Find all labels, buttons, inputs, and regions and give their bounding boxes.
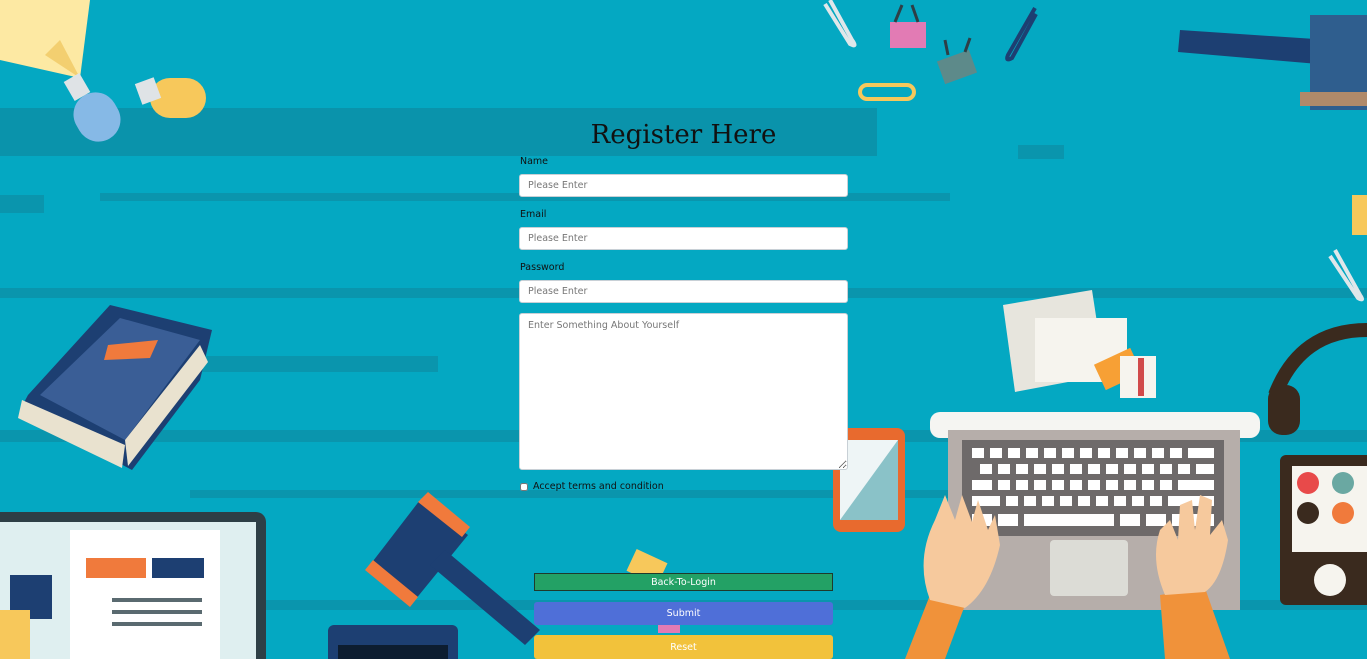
submit-button[interactable]: Submit (534, 602, 833, 625)
password-input[interactable] (519, 280, 848, 303)
password-label: Password (520, 262, 565, 273)
about-textarea[interactable] (519, 313, 848, 470)
monitor-icon (0, 512, 266, 659)
terms-checkbox[interactable] (520, 482, 528, 491)
reset-button[interactable]: Reset (534, 635, 833, 659)
radio-icon (1280, 455, 1367, 605)
name-label: Name (520, 156, 549, 167)
page-title: Register Here (590, 120, 777, 150)
terms-label: Accept terms and condition (533, 481, 664, 492)
email-input[interactable] (519, 227, 848, 250)
back-to-login-button[interactable]: Back-To-Login (534, 573, 833, 591)
email-label: Email (520, 209, 547, 220)
name-input[interactable] (519, 174, 848, 197)
terms-row[interactable]: Accept terms and condition (519, 481, 664, 492)
